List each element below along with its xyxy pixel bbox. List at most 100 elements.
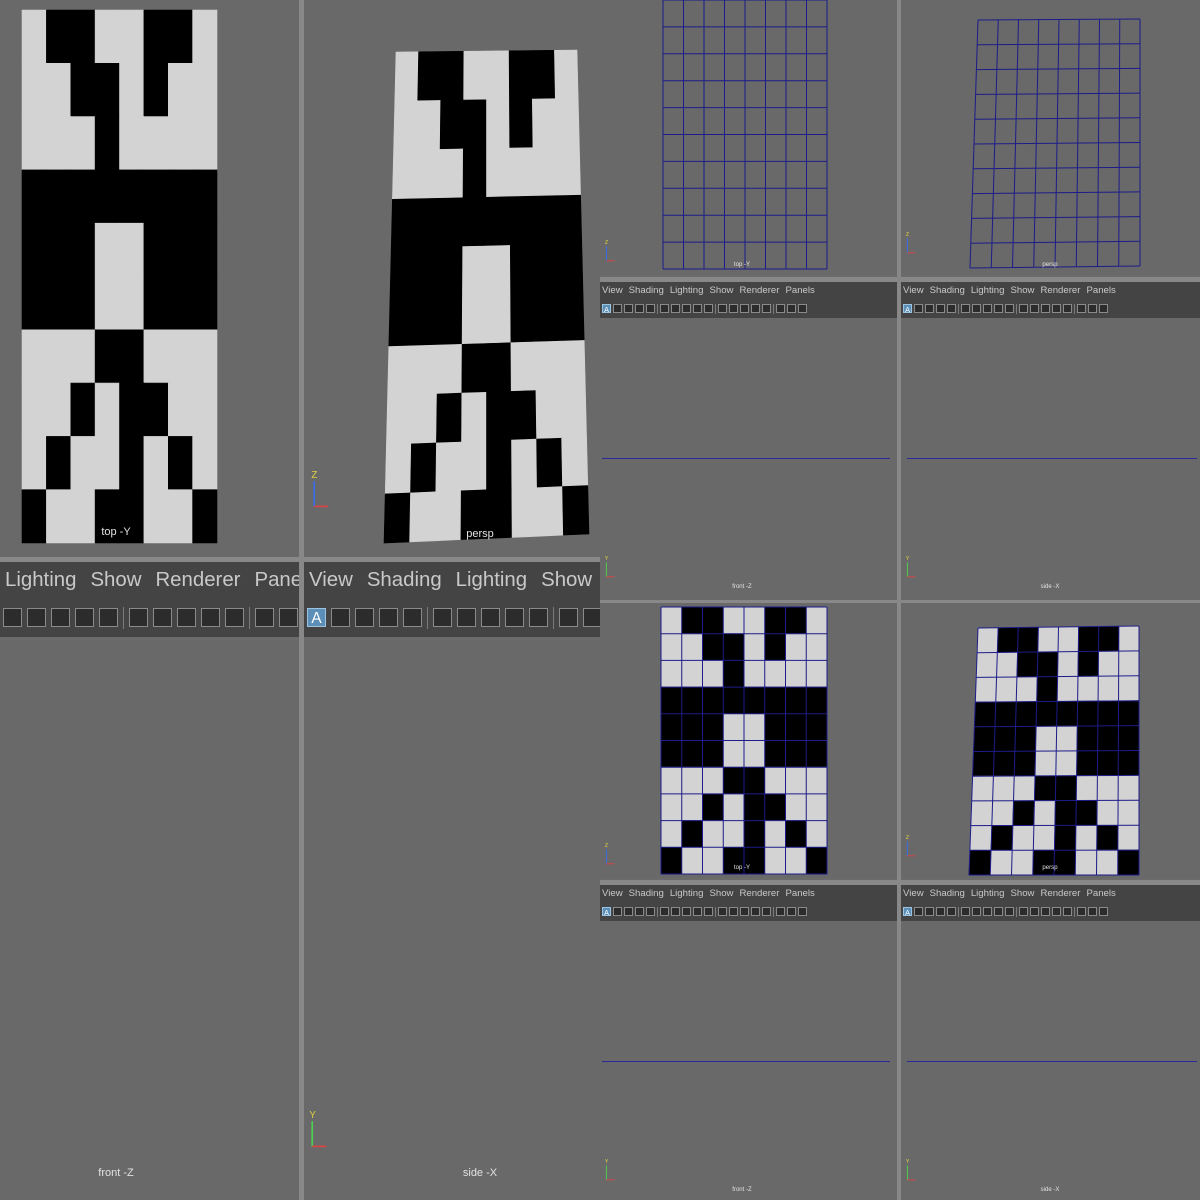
bookmark-icon[interactable]: [613, 304, 622, 313]
wire-plane-persp[interactable]: [968, 17, 1142, 270]
xray-icon[interactable]: [505, 608, 524, 627]
grid-icon[interactable]: [99, 608, 118, 627]
menu-panels[interactable]: Panels: [1086, 888, 1115, 899]
xray-icon[interactable]: [693, 304, 702, 313]
isolate-icon[interactable]: [1088, 304, 1097, 313]
gate-icon[interactable]: [682, 907, 691, 916]
menu-show[interactable]: Show: [90, 569, 141, 592]
lock-icon[interactable]: [936, 304, 945, 313]
lock-icon[interactable]: [936, 907, 945, 916]
grid-icon[interactable]: [646, 907, 655, 916]
aa-icon[interactable]: [1077, 907, 1086, 916]
light-icon[interactable]: [1041, 907, 1050, 916]
grid-icon[interactable]: [947, 907, 956, 916]
lasso-icon[interactable]: [798, 907, 807, 916]
pen-icon[interactable]: [51, 608, 70, 627]
menu-lighting[interactable]: Lighting: [670, 888, 704, 899]
shaded-icon[interactable]: [255, 608, 274, 627]
gate-icon[interactable]: [177, 608, 196, 627]
wire-icon[interactable]: [729, 304, 738, 313]
pattern-plane-top[interactable]: [20, 8, 219, 545]
menu-shading[interactable]: Shading: [367, 569, 442, 592]
camera-icon[interactable]: [3, 608, 22, 627]
menu-panels[interactable]: Panels: [254, 569, 300, 592]
light-icon[interactable]: [740, 907, 749, 916]
wire-plane-top[interactable]: [661, 0, 829, 271]
menu-shading[interactable]: Shading: [629, 285, 664, 296]
menu-lighting[interactable]: Lighting: [670, 285, 704, 296]
frame-icon[interactable]: [972, 304, 981, 313]
bookmark-icon[interactable]: [914, 304, 923, 313]
shaded-icon[interactable]: [559, 608, 578, 627]
bookmark-icon[interactable]: [613, 907, 622, 916]
grid-icon[interactable]: [403, 608, 422, 627]
frame-icon[interactable]: [671, 304, 680, 313]
menu-renderer[interactable]: Renderer: [1040, 285, 1080, 296]
isolate-icon[interactable]: [787, 304, 796, 313]
viewport-persp[interactable]: persp Z: [304, 0, 600, 557]
xray-icon[interactable]: [693, 907, 702, 916]
menu-view[interactable]: View: [602, 285, 623, 296]
menu-shading[interactable]: Shading: [930, 888, 965, 899]
isolate-icon[interactable]: [1088, 907, 1097, 916]
menu-renderer[interactable]: Renderer: [155, 569, 240, 592]
grid-icon[interactable]: [947, 304, 956, 313]
light-icon[interactable]: [1041, 304, 1050, 313]
xray-icon[interactable]: [994, 907, 1003, 916]
select-mode-icon[interactable]: A: [602, 304, 611, 314]
lasso-icon[interactable]: [1099, 907, 1108, 916]
lock-icon[interactable]: [75, 608, 94, 627]
shaded-icon[interactable]: [1019, 907, 1028, 916]
aa-icon[interactable]: [776, 907, 785, 916]
menu-show[interactable]: Show: [1010, 888, 1034, 899]
select-mode-icon[interactable]: A: [602, 907, 611, 917]
menu-view[interactable]: View: [309, 569, 353, 592]
menu-view[interactable]: View: [903, 285, 924, 296]
viewport-persp[interactable]: persp Z: [901, 0, 1200, 275]
menu-lighting[interactable]: Lighting: [5, 569, 76, 592]
gate-icon[interactable]: [983, 304, 992, 313]
cube-icon[interactable]: [704, 304, 713, 313]
bookmark-icon[interactable]: [914, 907, 923, 916]
film-icon[interactable]: [660, 304, 669, 313]
wire-icon[interactable]: [729, 907, 738, 916]
menu-renderer[interactable]: Renderer: [1040, 888, 1080, 899]
shadow-icon[interactable]: [762, 907, 771, 916]
viewport-side[interactable]: side -X Y: [901, 318, 1200, 600]
wire-icon[interactable]: [1030, 907, 1039, 916]
menu-renderer[interactable]: Renderer: [739, 888, 779, 899]
viewport-top[interactable]: top -Y Z: [600, 0, 897, 275]
gate-icon[interactable]: [481, 608, 500, 627]
bookmark-icon[interactable]: [27, 608, 46, 627]
shaded-icon[interactable]: [718, 907, 727, 916]
aa-icon[interactable]: [1077, 304, 1086, 313]
gate-icon[interactable]: [983, 907, 992, 916]
frame-icon[interactable]: [153, 608, 172, 627]
menu-show[interactable]: Show: [541, 569, 592, 592]
shadow-icon[interactable]: [1063, 907, 1072, 916]
menu-shading[interactable]: Shading: [629, 888, 664, 899]
pen-icon[interactable]: [925, 304, 934, 313]
pattern-plane-persp[interactable]: [382, 48, 591, 545]
wire-icon[interactable]: [279, 608, 298, 627]
pattern-plane-persp-wire[interactable]: [967, 624, 1141, 877]
texture-icon[interactable]: [751, 907, 760, 916]
menu-lighting[interactable]: Lighting: [456, 569, 527, 592]
cube-icon[interactable]: [1005, 907, 1014, 916]
isolate-icon[interactable]: [787, 907, 796, 916]
select-mode-icon[interactable]: A: [903, 907, 912, 917]
menu-show[interactable]: Show: [1010, 285, 1034, 296]
film-icon[interactable]: [433, 608, 452, 627]
lasso-icon[interactable]: [1099, 304, 1108, 313]
lock-icon[interactable]: [635, 907, 644, 916]
pen-icon[interactable]: [624, 907, 633, 916]
frame-icon[interactable]: [457, 608, 476, 627]
texture-icon[interactable]: [1052, 304, 1061, 313]
aa-icon[interactable]: [776, 304, 785, 313]
viewport-top[interactable]: top -Y Z: [600, 603, 897, 878]
frame-icon[interactable]: [972, 907, 981, 916]
wire-icon[interactable]: [1030, 304, 1039, 313]
lock-icon[interactable]: [635, 304, 644, 313]
pen-icon[interactable]: [925, 907, 934, 916]
wire-icon[interactable]: [583, 608, 600, 627]
